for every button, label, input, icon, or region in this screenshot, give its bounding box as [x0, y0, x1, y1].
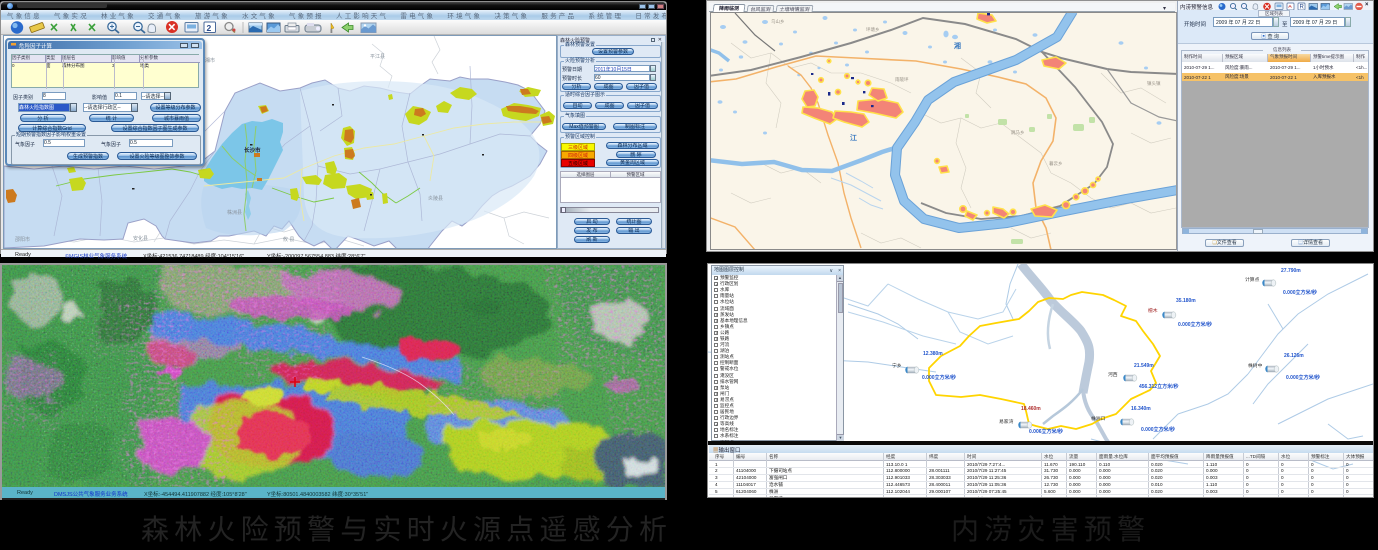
svg-text:檀木: 檀木	[1148, 307, 1158, 314]
svg-text:邵阳市: 邵阳市	[15, 236, 30, 243]
svg-text:0.000立方米/秒: 0.000立方米/秒	[922, 374, 956, 381]
svg-text:16.340m: 16.340m	[1131, 406, 1151, 412]
svg-text:易家湾: 易家湾	[999, 418, 1014, 425]
svg-text:0.006立方米/秒: 0.006立方米/秒	[1029, 428, 1063, 435]
svg-text:株树中: 株树中	[1248, 362, 1263, 369]
svg-text:27.790m: 27.790m	[1281, 268, 1301, 274]
svg-text:坪塘乡: 坪塘乡	[866, 26, 880, 33]
svg-text:35.180m: 35.180m	[1176, 298, 1196, 304]
svg-text:江: 江	[850, 133, 857, 142]
svg-text:暮云乡: 暮云乡	[1049, 160, 1063, 167]
svg-text:雨敞坪: 雨敞坪	[895, 76, 909, 83]
svg-text:21.549m: 21.549m	[1134, 363, 1154, 369]
svg-text:安化县: 安化县	[133, 235, 148, 242]
svg-text:12.380m: 12.380m	[923, 351, 943, 357]
svg-text:2: 2	[207, 23, 212, 33]
svg-text:26.126m: 26.126m	[1284, 353, 1304, 359]
svg-text:湘: 湘	[954, 41, 961, 50]
svg-text:长沙市: 长沙市	[244, 146, 261, 154]
svg-text:456.312立方米/秒: 456.312立方米/秒	[1139, 383, 1178, 390]
svg-text:株洲口: 株洲口	[1091, 415, 1106, 422]
svg-text:株洲县: 株洲县	[227, 209, 242, 216]
svg-text:平江县: 平江县	[370, 53, 385, 60]
svg-text:0.000立方米/秒: 0.000立方米/秒	[1286, 374, 1320, 381]
svg-text:18.460m: 18.460m	[1021, 406, 1041, 412]
svg-text:炎陵县: 炎陵县	[428, 195, 443, 202]
svg-text:宁乡: 宁乡	[892, 362, 902, 369]
svg-text:计算点: 计算点	[1245, 276, 1260, 283]
svg-text:0.000立方米/秒: 0.000立方米/秒	[1178, 321, 1212, 328]
svg-text:攸 县: 攸 县	[283, 236, 294, 243]
svg-text:乌山乡: 乌山乡	[771, 18, 785, 25]
svg-text:河西: 河西	[1108, 371, 1118, 378]
svg-text:0.000立方米/秒: 0.000立方米/秒	[1283, 289, 1317, 296]
svg-text:镇头镇: 镇头镇	[1147, 80, 1161, 87]
svg-text:0.000立方米/秒: 0.000立方米/秒	[1141, 426, 1175, 433]
svg-text:跳马乡: 跳马乡	[1011, 129, 1025, 136]
